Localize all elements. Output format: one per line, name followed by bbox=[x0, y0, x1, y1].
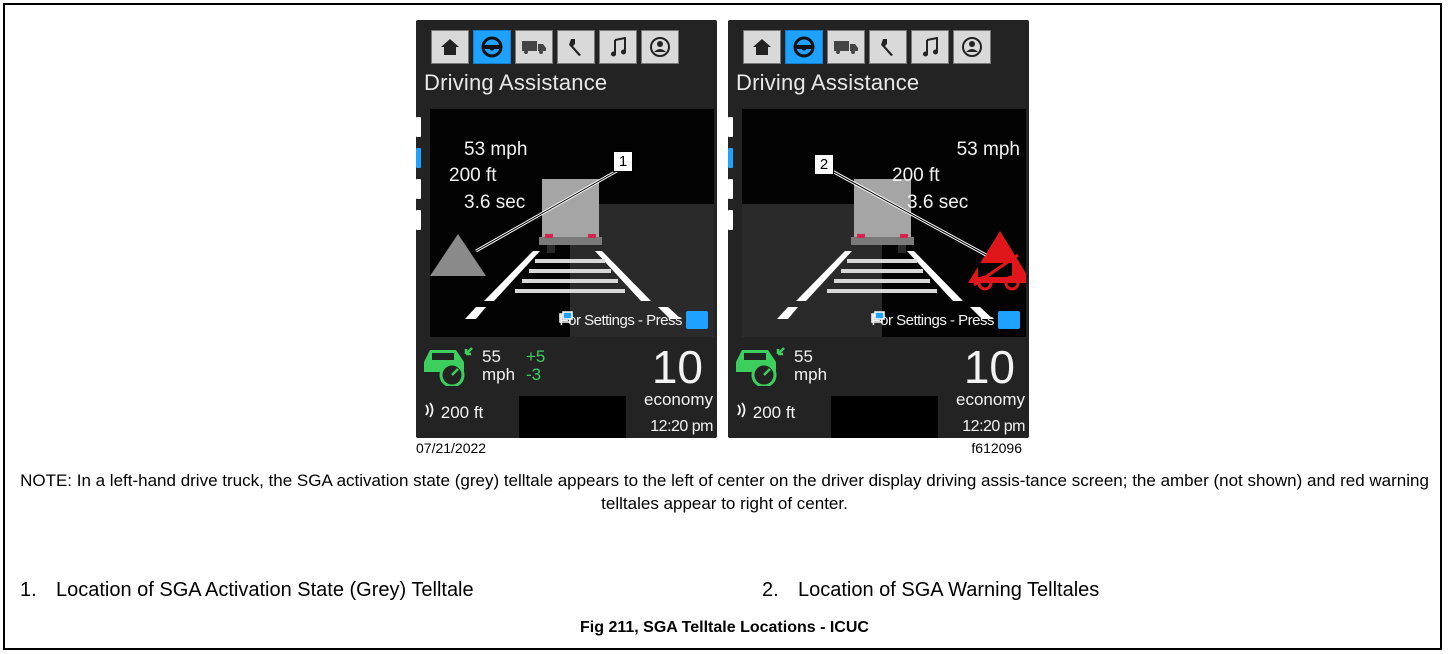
menu-button-icon bbox=[559, 311, 708, 329]
clock: 12:20 pm bbox=[962, 418, 1025, 435]
music-icon bbox=[923, 37, 938, 57]
figure-date: 07/21/2022 bbox=[416, 440, 487, 456]
note-text: NOTE: In a left-hand drive truck, the SG… bbox=[20, 471, 1429, 513]
set-speed: 55 mph bbox=[482, 347, 516, 384]
tab-truck bbox=[515, 30, 553, 64]
set-speed: 55 mph bbox=[794, 347, 828, 384]
adaptive-cruise-icon bbox=[424, 347, 473, 386]
gear-indicator: 10 bbox=[963, 341, 1015, 393]
tab-driving-assistance bbox=[785, 30, 823, 64]
tab-driver bbox=[641, 30, 679, 64]
legend-item-2: 2. Location of SGA Warning Telltales bbox=[762, 579, 1100, 601]
figure-code: f612096 bbox=[971, 440, 1022, 456]
radar-icon bbox=[425, 402, 434, 418]
tab-driving-assistance bbox=[473, 30, 511, 64]
tab-media bbox=[599, 30, 637, 64]
driver-display-right: Driving Assistance 53 mph 200 ft 3.6 sec… bbox=[728, 20, 1029, 438]
tab-media bbox=[911, 30, 949, 64]
status-bar: 55 mph 10 economy 200 ft 12:20 pm bbox=[728, 340, 1029, 438]
tab-bar bbox=[743, 30, 991, 64]
driver-icon bbox=[962, 37, 982, 57]
tab-driver bbox=[953, 30, 991, 64]
page-indicator bbox=[416, 117, 423, 241]
figure-caption: Fig 211, SGA Telltale Locations - ICUC bbox=[580, 619, 869, 636]
legend-item-1: 1. Location of SGA Activation State (Grey… bbox=[20, 579, 474, 601]
figure-illustration: Driving Assistance 53 mph 200 ft 3.6 sec… bbox=[416, 10, 1036, 465]
follow-distance: 200 ft bbox=[424, 402, 483, 423]
truck-icon bbox=[522, 41, 546, 54]
speed-readout: 53 mph bbox=[956, 139, 1020, 160]
home-icon bbox=[753, 39, 771, 55]
adaptive-cruise-icon bbox=[736, 347, 785, 386]
tab-service bbox=[869, 30, 907, 64]
time-gap-readout: 3.6 sec bbox=[464, 192, 526, 213]
tab-service bbox=[557, 30, 595, 64]
settings-hint: For Settings - Press bbox=[871, 311, 1020, 329]
road-view: 53 mph 200 ft 3.6 sec For Settings - Pre… bbox=[430, 109, 714, 337]
driver-icon bbox=[650, 37, 670, 57]
drive-mode: economy bbox=[644, 390, 713, 409]
status-bar: 55 mph +5 -3 10 economy 200 ft 12:20 pm bbox=[416, 340, 717, 438]
callout-2: 2 bbox=[814, 154, 834, 175]
truck-icon bbox=[834, 41, 858, 54]
steering-wheel-icon bbox=[793, 36, 815, 58]
follow-distance: 200 ft bbox=[736, 402, 795, 423]
blank-display-area bbox=[519, 396, 626, 438]
page-indicator bbox=[728, 117, 735, 241]
wrench-icon bbox=[881, 39, 893, 56]
tab-home bbox=[743, 30, 781, 64]
driver-display-left: Driving Assistance 53 mph 200 ft 3.6 sec… bbox=[416, 20, 717, 438]
distance-readout: 200 ft bbox=[892, 165, 940, 186]
drive-mode: economy bbox=[956, 390, 1025, 409]
tab-truck bbox=[827, 30, 865, 64]
home-icon bbox=[441, 39, 459, 55]
settings-hint: For Settings - Press bbox=[559, 311, 708, 329]
radar-icon bbox=[737, 402, 746, 418]
speed-offsets: +5 -3 bbox=[526, 347, 546, 384]
distance-readout: 200 ft bbox=[449, 165, 497, 186]
road-view: 53 mph 200 ft 3.6 sec For Settings - Pre… bbox=[742, 109, 1026, 337]
callout-1: 1 bbox=[613, 151, 633, 172]
clock: 12:20 pm bbox=[650, 418, 713, 435]
blank-display-area bbox=[831, 396, 938, 438]
screen-title: Driving Assistance bbox=[736, 70, 920, 95]
gear-indicator: 10 bbox=[651, 341, 703, 393]
music-icon bbox=[611, 37, 626, 57]
tab-home bbox=[431, 30, 469, 64]
time-gap-readout: 3.6 sec bbox=[907, 192, 969, 213]
wrench-icon bbox=[569, 39, 581, 56]
menu-button-icon bbox=[871, 311, 1020, 329]
tab-bar bbox=[431, 30, 679, 64]
speed-readout: 53 mph bbox=[464, 139, 528, 160]
steering-wheel-icon bbox=[481, 36, 503, 58]
screen-title: Driving Assistance bbox=[424, 70, 608, 95]
